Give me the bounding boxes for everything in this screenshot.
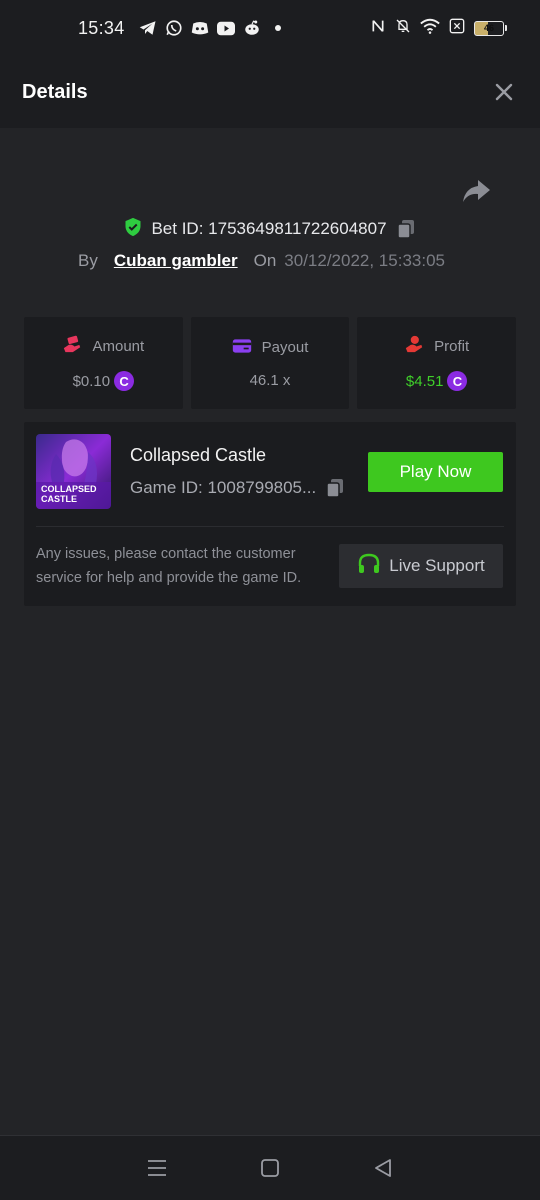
live-support-button[interactable]: Live Support xyxy=(339,544,503,588)
share-button[interactable] xyxy=(460,178,492,206)
stat-amount-label: Amount xyxy=(92,337,145,355)
close-button[interactable] xyxy=(490,78,518,106)
copy-icon xyxy=(326,479,344,498)
play-now-button[interactable]: Play Now xyxy=(368,452,503,492)
game-id: Game ID: 1008799805... xyxy=(130,478,317,497)
bet-meta-row: By Cuban gambler On 30/12/2022, 15:33:05 xyxy=(78,248,445,274)
on-label: On xyxy=(253,251,277,270)
status-right-icons: 46 xyxy=(370,18,507,39)
stat-profit-label: Profit xyxy=(434,337,470,355)
stat-payout-label: Payout xyxy=(261,339,309,356)
back-button[interactable] xyxy=(369,1154,397,1182)
coin-icon: C xyxy=(447,371,468,391)
home-button[interactable] xyxy=(256,1154,284,1182)
money-hand-icon xyxy=(62,335,82,357)
bet-stats: Amount $0.10 C Payout 46.1 x Profit $4.5… xyxy=(24,317,517,409)
stat-payout-value: 46.1 x xyxy=(249,371,291,389)
copy-game-id-button[interactable] xyxy=(324,477,346,499)
user-link[interactable]: Cuban gambler xyxy=(114,251,238,271)
menu-icon xyxy=(147,1160,166,1176)
game-id-row: Game ID: 1008799805... xyxy=(130,477,346,499)
home-square-icon xyxy=(261,1159,279,1177)
share-icon xyxy=(463,180,490,202)
status-bar: 15:34 46 xyxy=(0,0,540,56)
nfc-icon xyxy=(370,18,386,39)
shield-check-icon xyxy=(123,217,143,242)
close-box-icon xyxy=(449,18,465,39)
game-name: Collapsed Castle xyxy=(130,445,267,465)
recents-button[interactable] xyxy=(143,1154,171,1182)
whatsapp-icon xyxy=(165,19,183,37)
battery-level: 46 xyxy=(483,23,494,33)
stat-profit-value: $4.51 xyxy=(405,372,444,390)
stat-payout: Payout 46.1 x xyxy=(190,317,350,409)
battery-icon: 46 xyxy=(474,20,507,36)
status-app-icons xyxy=(139,19,287,37)
telegram-icon xyxy=(139,19,157,37)
support-message: Any issues, please contact the customer … xyxy=(36,546,302,586)
bell-muted-icon xyxy=(395,18,411,39)
coin-icon: C xyxy=(114,371,135,391)
reddit-icon xyxy=(243,19,261,37)
thumb-title-line2: CASTLE xyxy=(41,494,77,504)
wifi-icon xyxy=(420,18,440,39)
bet-id-row: Bet ID: 1753649811722604807 xyxy=(0,214,540,244)
close-icon xyxy=(495,83,513,101)
by-label: By xyxy=(78,251,98,270)
details-header: Details xyxy=(0,56,540,128)
live-support-label: Live Support xyxy=(389,556,485,575)
status-time: 15:34 xyxy=(78,17,125,38)
discord-icon xyxy=(191,19,209,37)
stat-amount: Amount $0.10 C xyxy=(24,317,183,409)
youtube-icon xyxy=(216,19,235,37)
card-icon xyxy=(232,338,252,358)
thumb-title-line1: COLLAPSED xyxy=(41,484,97,494)
bet-id: Bet ID: 1753649811722604807 xyxy=(151,219,387,238)
copy-bet-id-button[interactable] xyxy=(395,218,417,240)
copy-icon xyxy=(396,220,414,239)
stat-profit: Profit $4.51 C xyxy=(357,317,517,409)
back-triangle-icon xyxy=(375,1159,392,1177)
headset-icon xyxy=(357,552,381,581)
page-title: Details xyxy=(22,80,88,103)
divider xyxy=(36,526,504,527)
stat-amount-value: $0.10 xyxy=(72,372,111,390)
dot-icon xyxy=(269,19,287,37)
game-thumbnail[interactable]: COLLAPSED CASTLE xyxy=(36,434,111,509)
profit-hand-icon xyxy=(404,335,424,357)
game-card: COLLAPSED CASTLE Collapsed Castle Game I… xyxy=(24,422,516,606)
system-nav-bar xyxy=(0,1135,540,1200)
bet-date: 30/12/2022, 15:33:05 xyxy=(284,251,445,270)
